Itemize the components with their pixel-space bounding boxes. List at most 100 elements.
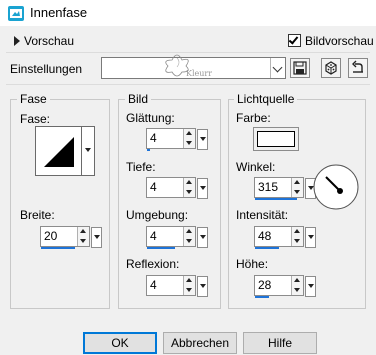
window-title: Innenfase [30, 5, 88, 20]
winkel-value[interactable]: 315 [258, 180, 278, 194]
down-arrow-icon [186, 190, 192, 194]
live-preview-checkbox[interactable] [288, 34, 301, 47]
chevron-down-icon [272, 62, 283, 73]
up-arrow-icon [186, 180, 192, 184]
breite-slider-bar [41, 247, 75, 249]
check-icon [288, 34, 299, 45]
fase-group-label: Fase [17, 92, 50, 106]
reset-arrow-icon [352, 60, 363, 73]
dropdown-arrow-icon [200, 284, 206, 288]
dropdown-arrow-icon [200, 186, 206, 190]
settings-label: Einstellungen [10, 62, 83, 76]
watermark-logo: Kleurrijk [165, 54, 212, 78]
glaettung-spinbox[interactable]: 4 [146, 128, 208, 151]
dropdown-arrow-icon [200, 137, 206, 141]
up-arrow-icon [80, 229, 86, 233]
umgebung-value[interactable]: 4 [150, 229, 157, 243]
hoehe-label: Höhe: [236, 257, 269, 271]
up-arrow-icon [186, 229, 192, 233]
down-arrow-icon [186, 288, 192, 292]
glaettung-value[interactable]: 4 [150, 131, 157, 145]
umgebung-spinbox[interactable]: 4 [146, 226, 208, 249]
save-preset-button[interactable] [290, 58, 310, 78]
help-button[interactable]: Hilfe [243, 332, 317, 354]
intensitaet-spin-arrows[interactable] [291, 227, 303, 246]
cancel-button[interactable]: Abbrechen [163, 332, 237, 354]
dropdown-button[interactable] [270, 58, 285, 78]
dropdown-arrow-icon [308, 235, 314, 239]
up-arrow-icon [186, 131, 192, 135]
dropdown-arrow-icon [94, 235, 100, 239]
intensitaet-label: Intensität: [236, 208, 289, 222]
down-arrow-icon [294, 288, 300, 292]
live-preview-label: Bildvorschau [305, 34, 374, 48]
svg-text:Kleurrijk: Kleurrijk [186, 69, 212, 78]
reflexion-label: Reflexion: [126, 257, 180, 271]
glaettung-label: Glättung: [126, 111, 175, 125]
down-arrow-icon [186, 239, 192, 243]
glaettung-spin-arrows[interactable] [183, 129, 195, 148]
up-arrow-icon [294, 229, 300, 233]
down-arrow-icon [294, 239, 300, 243]
hoehe-spinbox[interactable]: 28 [254, 275, 316, 298]
reset-button[interactable] [348, 58, 368, 78]
bevel-dropdown-button[interactable] [81, 127, 94, 175]
winkel-spin-arrows[interactable] [291, 178, 303, 197]
up-arrow-icon [186, 278, 192, 282]
dropdown-arrow-icon [308, 284, 314, 288]
ok-button[interactable]: OK [83, 332, 157, 354]
reflexion-spin-arrows[interactable] [183, 276, 195, 295]
randomize-button[interactable] [321, 58, 341, 78]
hoehe-value[interactable]: 28 [258, 278, 271, 292]
bevel-shape-selector[interactable] [35, 126, 95, 176]
up-arrow-icon [294, 180, 300, 184]
winkel-spinbox[interactable]: 315 [254, 177, 316, 200]
umgebung-slider-button[interactable] [197, 227, 208, 248]
winkel-label: Winkel: [236, 160, 276, 174]
intensitaet-slider-button[interactable] [305, 227, 316, 248]
umgebung-slider-bar [147, 247, 175, 249]
hoehe-slider-bar [255, 296, 269, 298]
breite-spinbox[interactable]: 20 [40, 226, 102, 249]
down-arrow-icon [80, 239, 86, 243]
reflexion-spinbox[interactable]: 4 [146, 275, 208, 297]
light-color-swatch[interactable] [253, 127, 299, 151]
umgebung-label: Umgebung: [126, 208, 189, 222]
bild-group-label: Bild [125, 92, 152, 106]
breite-value[interactable]: 20 [44, 229, 57, 243]
glaettung-slider-button[interactable] [197, 129, 208, 150]
tiefe-spinbox[interactable]: 4 [146, 177, 208, 199]
floppy-disk-icon [293, 61, 307, 75]
breite-spin-arrows[interactable] [77, 227, 89, 246]
breite-label: Breite: [20, 208, 55, 222]
tiefe-value[interactable]: 4 [150, 180, 157, 194]
hoehe-slider-button[interactable] [305, 276, 316, 297]
dice-icon [325, 61, 337, 75]
farbe-label: Farbe: [236, 111, 271, 125]
settings-preset-dropdown[interactable]: Kleurrijk [101, 54, 286, 79]
preview-toggle[interactable]: Vorschau [24, 34, 74, 48]
expand-triangle-icon[interactable] [14, 36, 20, 46]
down-arrow-icon [294, 190, 300, 194]
hoehe-spin-arrows[interactable] [291, 276, 303, 295]
light-color-fill [257, 131, 295, 147]
tiefe-slider-button[interactable] [197, 178, 208, 199]
reflexion-slider-button[interactable] [197, 276, 208, 297]
dropdown-arrow-icon [85, 148, 91, 152]
intensitaet-value[interactable]: 48 [258, 229, 271, 243]
angle-dial[interactable] [312, 163, 360, 211]
breite-slider-button[interactable] [91, 227, 102, 248]
divider [6, 84, 370, 85]
down-arrow-icon [186, 141, 192, 145]
winkel-slider-bar [255, 198, 297, 200]
up-arrow-icon [294, 278, 300, 282]
intensitaet-spinbox[interactable]: 48 [254, 226, 316, 249]
umgebung-spin-arrows[interactable] [183, 227, 195, 246]
lichtquelle-group-label: Lichtquelle [234, 92, 298, 106]
tiefe-label: Tiefe: [126, 160, 156, 174]
bevel-shape-preview [44, 137, 74, 167]
app-icon [8, 6, 24, 21]
intensitaet-slider-bar [255, 247, 279, 249]
reflexion-value[interactable]: 4 [150, 278, 157, 292]
tiefe-spin-arrows[interactable] [183, 178, 195, 197]
